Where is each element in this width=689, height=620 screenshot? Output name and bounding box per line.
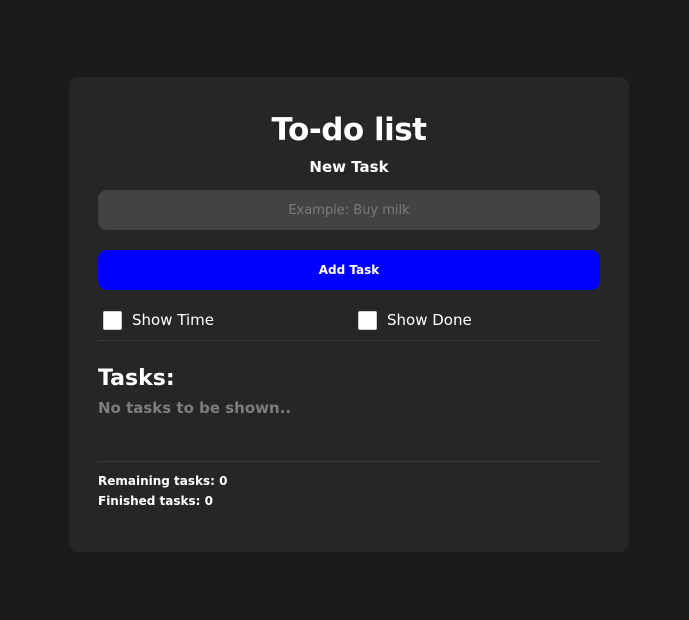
todo-card: To-do list New Task Add Task Show Time S… — [69, 77, 629, 552]
finished-tasks-count: 0 — [204, 494, 214, 508]
show-time-label: Show Time — [132, 311, 214, 329]
add-task-button[interactable]: Add Task — [98, 250, 600, 290]
new-task-input[interactable] — [98, 190, 600, 230]
show-time-option[interactable]: Show Time — [103, 309, 214, 331]
finished-tasks-stat: Finished tasks: 0 — [98, 492, 213, 510]
new-task-heading: New Task — [309, 158, 389, 176]
remaining-tasks-stat: Remaining tasks: 0 — [98, 472, 228, 490]
remaining-tasks-label: Remaining tasks: — [98, 474, 215, 488]
divider — [98, 461, 600, 462]
remaining-tasks-count: 0 — [219, 474, 228, 488]
page-title: To-do list — [271, 112, 428, 148]
empty-tasks-message: No tasks to be shown.. — [98, 399, 292, 417]
show-done-checkbox[interactable] — [358, 310, 377, 330]
divider — [98, 340, 600, 341]
finished-tasks-label: Finished tasks: — [98, 494, 201, 508]
show-time-checkbox[interactable] — [103, 310, 122, 330]
show-done-label: Show Done — [387, 311, 472, 329]
show-done-option[interactable]: Show Done — [358, 309, 472, 331]
tasks-heading: Tasks: — [98, 366, 175, 391]
